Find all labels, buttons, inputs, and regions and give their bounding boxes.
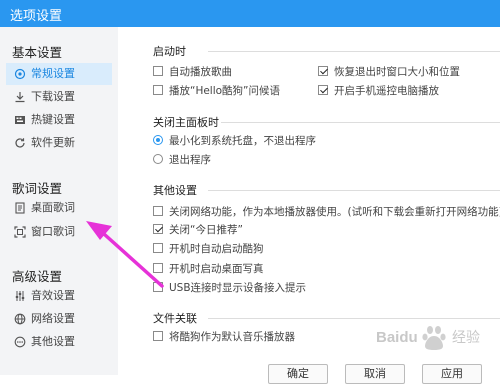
sidebar-item-label: 常规设置 (31, 67, 75, 80)
checkbox-box[interactable] (153, 243, 163, 253)
radio-label: 最小化到系统托盘，不退出程序 (169, 135, 316, 147)
keyboard-icon (15, 116, 25, 124)
sidebar-item-label: 网络设置 (31, 312, 75, 325)
checkbox-default-player[interactable]: 将酷狗作为默认音乐播放器 (153, 330, 295, 346)
watermark: Baidu 经验 (372, 322, 492, 362)
checkbox-box[interactable] (153, 263, 163, 273)
sidebar-item-label: 其他设置 (31, 335, 75, 348)
divider (208, 318, 500, 319)
baidu-logo-icon: Baidu 经验 (376, 326, 480, 350)
checkbox-box[interactable] (153, 85, 163, 95)
checkbox-usb-prompt[interactable]: USB连接时显示设备接入提示 (153, 281, 306, 297)
sidebar-item-label: 窗口歌词 (31, 225, 75, 238)
checkbox-box[interactable] (318, 85, 328, 95)
sidebar-group-basic: 基本设置 (12, 45, 63, 60)
sidebar-item-download[interactable]: 下载设置 (6, 86, 112, 108)
equalizer-icon (15, 291, 25, 301)
section-title-file-assoc: 文件关联 (153, 312, 197, 325)
section-title-close-panel: 关闭主面板时 (153, 116, 219, 129)
network-icon (14, 313, 26, 325)
section-title-other: 其他设置 (153, 184, 197, 197)
sidebar-item-label: 音效设置 (31, 289, 75, 302)
checkbox-restore-window[interactable]: 恢复退出时窗口大小和位置 (318, 65, 460, 81)
checkbox-box[interactable] (153, 224, 163, 234)
window-icon (14, 226, 26, 238)
checkbox-label: 开机时自动启动酷狗 (169, 243, 264, 255)
checkbox-label: 将酷狗作为默认音乐播放器 (169, 331, 295, 343)
checkbox-box[interactable] (318, 66, 328, 76)
ok-button[interactable]: 确定 (268, 364, 328, 384)
target-icon (14, 68, 26, 80)
sidebar-group-lyrics: 歌词设置 (12, 181, 63, 196)
window-title: 选项设置 (10, 9, 63, 24)
checkbox-label: 关闭“今日推荐” (169, 224, 243, 236)
sidebar-group-advanced: 高级设置 (12, 269, 63, 284)
sidebar: 基本设置 常规设置 下载设置 热键设置 软件更新 歌词设置 桌面歌词 窗口歌词 … (0, 27, 118, 375)
refresh-icon (15, 138, 25, 148)
sidebar-item-label: 软件更新 (31, 136, 75, 149)
svg-text:经验: 经验 (452, 330, 480, 346)
sidebar-item-general[interactable]: 常规设置 (6, 63, 112, 85)
sidebar-item-label: 热键设置 (31, 113, 75, 126)
checkbox-label: 开启手机遥控电脑播放 (334, 85, 439, 97)
checkbox-label: 关闭网络功能，作为本地播放器使用。(试听和下载会重新打开网络功能) (169, 206, 500, 218)
checkbox-phone-remote[interactable]: 开启手机遥控电脑播放 (318, 84, 439, 100)
sidebar-item-other[interactable]: 其他设置 (6, 331, 112, 353)
svg-text:Baidu: Baidu (376, 329, 418, 346)
checkbox-box[interactable] (153, 282, 163, 292)
checkbox-autoplay[interactable]: 自动播放歌曲 (153, 65, 232, 81)
sidebar-item-hotkey[interactable]: 热键设置 (6, 109, 112, 131)
checkbox-label: 恢复退出时窗口大小和位置 (334, 66, 460, 78)
checkbox-box[interactable] (153, 66, 163, 76)
section-title-startup: 启动时 (153, 45, 186, 58)
checkbox-close-today-recommend[interactable]: 关闭“今日推荐” (153, 223, 243, 239)
divider (208, 190, 500, 191)
sidebar-item-desktop-lyrics[interactable]: 桌面歌词 (6, 197, 112, 219)
cancel-button[interactable]: 取消 (345, 364, 405, 384)
checkbox-label: 自动播放歌曲 (169, 66, 232, 78)
checkbox-hello-greeting[interactable]: 播放“Hello酷狗”问候语 (153, 84, 280, 100)
radio-button[interactable] (153, 135, 163, 145)
sidebar-item-label: 桌面歌词 (31, 201, 75, 214)
download-icon (15, 92, 25, 103)
checkbox-autostart[interactable]: 开机时自动启动酷狗 (153, 242, 264, 258)
checkbox-disable-network[interactable]: 关闭网络功能，作为本地播放器使用。(试听和下载会重新打开网络功能) (153, 205, 500, 221)
sidebar-item-window-lyrics[interactable]: 窗口歌词 (6, 221, 112, 243)
radio-minimize-tray[interactable]: 最小化到系统托盘，不退出程序 (153, 134, 316, 150)
sidebar-item-sound[interactable]: 音效设置 (6, 285, 112, 307)
more-icon (14, 336, 26, 348)
checkbox-box[interactable] (153, 206, 163, 216)
divider (221, 122, 500, 123)
checkbox-box[interactable] (153, 331, 163, 341)
checkbox-desktop-photo[interactable]: 开机时启动桌面写真 (153, 262, 264, 278)
radio-label: 退出程序 (169, 154, 211, 166)
checkbox-label: USB连接时显示设备接入提示 (169, 282, 307, 294)
divider (208, 51, 500, 52)
checkbox-label: 播放“Hello酷狗”问候语 (169, 85, 280, 97)
checkbox-label: 开机时启动桌面写真 (169, 263, 264, 275)
title-bar: 选项设置 (0, 0, 500, 27)
sidebar-item-network[interactable]: 网络设置 (6, 308, 112, 330)
sidebar-item-label: 下载设置 (31, 90, 75, 103)
sidebar-item-update[interactable]: 软件更新 (6, 132, 112, 154)
radio-exit-program[interactable]: 退出程序 (153, 153, 211, 169)
radio-button[interactable] (153, 154, 163, 164)
lyrics-icon (15, 202, 25, 214)
apply-button[interactable]: 应用 (422, 364, 482, 384)
